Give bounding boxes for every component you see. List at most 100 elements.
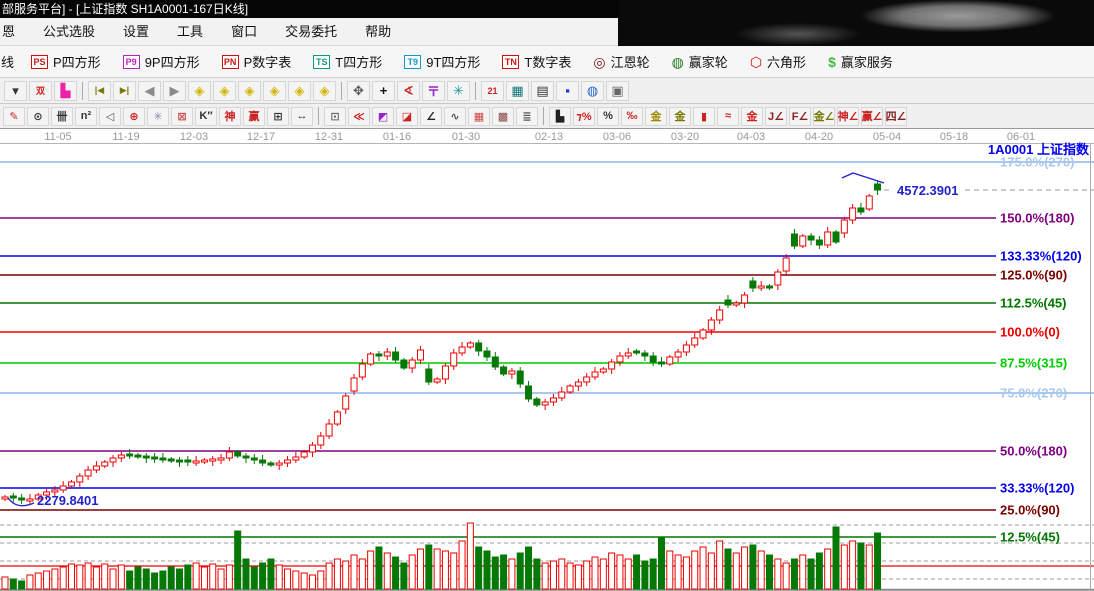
fan-purple-box-icon[interactable]: ◩ <box>372 107 394 126</box>
permille-icon[interactable]: ‰ <box>621 107 643 126</box>
n-squared-icon[interactable]: n² <box>75 107 97 126</box>
dropdown-caret-icon[interactable]: ▾ <box>4 81 27 101</box>
pattern-tool-icon[interactable]: 双 <box>29 81 52 101</box>
save-icon[interactable]: ▪ <box>556 81 579 101</box>
winner-wheel-button[interactable]: ◍赢家轮 <box>661 46 739 77</box>
zoom-x-diamond-icon[interactable]: ◈ <box>263 81 286 101</box>
date-tick-label: 11-05 <box>44 131 71 143</box>
ninep-square-button[interactable]: P99P四方形 <box>112 46 211 77</box>
volume-profile-icon[interactable]: ▙ <box>549 107 571 126</box>
toolbar-separator <box>543 107 544 125</box>
menu-item-3[interactable]: 工具 <box>163 18 217 45</box>
spiderweb-box-icon[interactable]: ⊠ <box>171 107 193 126</box>
candle <box>418 350 424 360</box>
crosshair-tool-icon[interactable]: + <box>372 81 395 101</box>
angle-measure-icon[interactable]: ∢ <box>397 81 420 101</box>
si-angle-icon[interactable]: 四∠ <box>885 107 907 126</box>
candle <box>800 236 806 246</box>
pencil-tool-icon[interactable]: ✎ <box>3 107 25 126</box>
gann-box-icon[interactable]: ⊡ <box>324 107 346 126</box>
ying-angle-icon[interactable]: 赢∠ <box>861 107 883 126</box>
notes-icon[interactable]: ▤ <box>531 81 554 101</box>
comb-lines-icon[interactable]: 卌 <box>51 107 73 126</box>
menu-item-5[interactable]: 交易委托 <box>271 18 351 45</box>
volume-bar <box>226 565 232 589</box>
winner-service-button[interactable]: $赢家服务 <box>817 46 904 77</box>
candle <box>285 460 291 463</box>
menu-item-4[interactable]: 窗口 <box>217 18 271 45</box>
volume-bar <box>285 569 291 589</box>
web-icon[interactable]: ◍ <box>581 81 604 101</box>
next-bar-icon[interactable]: ▶ <box>163 81 186 101</box>
target-cross-icon[interactable]: ⊕ <box>123 107 145 126</box>
grid-red-icon[interactable]: ▦ <box>468 107 490 126</box>
kline-chart[interactable]: 11-0511-1912-0312-1712-3101-1601-3002-13… <box>0 129 1094 591</box>
volume-bar <box>492 557 498 589</box>
candle <box>492 357 498 367</box>
percent-line-icon[interactable]: ⁊% <box>573 107 595 126</box>
calendar-icon[interactable]: 21 <box>481 81 504 101</box>
zoom-right-diamond-icon[interactable]: ◈ <box>213 81 236 101</box>
gold-lines-icon[interactable]: 金 <box>669 107 691 126</box>
histogram-tool-icon[interactable]: ▙ <box>54 81 77 101</box>
candle <box>442 366 448 379</box>
parallel-lines-icon[interactable]: ≣ <box>516 107 538 126</box>
candle <box>808 236 814 240</box>
last-bar-icon[interactable]: ▶| <box>113 81 136 101</box>
volume-bar <box>152 573 158 589</box>
candle <box>193 461 199 463</box>
shen-grid-icon[interactable]: 神 <box>219 107 241 126</box>
menu-item-1[interactable]: 公式选股 <box>29 18 109 45</box>
zoom-h-diamond-icon[interactable]: ◈ <box>238 81 261 101</box>
hand-tool-icon[interactable]: ✥ <box>347 81 370 101</box>
gold-circle-icon[interactable]: 金 <box>645 107 667 126</box>
hexagon-button[interactable]: ⬡六角形 <box>739 46 817 77</box>
angle-flag-icon[interactable]: ◁ <box>99 107 121 126</box>
t-number-table-button[interactable]: TNT数字表 <box>491 46 582 77</box>
p-number-table-button[interactable]: PNP数字表 <box>211 46 303 77</box>
fan-black-icon[interactable]: ∠ <box>420 107 442 126</box>
brain-tool-icon[interactable]: ✳ <box>447 81 470 101</box>
zigzag-icon[interactable]: ∿ <box>444 107 466 126</box>
grid-123-icon[interactable]: ⊞ <box>267 107 289 126</box>
first-bar-icon[interactable]: |◀ <box>88 81 111 101</box>
gann-t-tool-icon[interactable]: 〒 <box>422 81 445 101</box>
width-measure-icon[interactable]: ↔ <box>291 107 313 126</box>
print-icon[interactable]: ▣ <box>606 81 629 101</box>
clock-circle-icon[interactable]: ⊙ <box>27 107 49 126</box>
candle <box>226 452 232 458</box>
p-square-button[interactable]: PSP四方形 <box>20 46 112 77</box>
candle <box>210 459 216 461</box>
ying-grid-icon[interactable]: 赢 <box>243 107 265 126</box>
candle <box>833 232 839 242</box>
t-square-button[interactable]: TST四方形 <box>302 46 393 77</box>
wave-red-icon[interactable]: ≈ <box>717 107 739 126</box>
gold-angle-icon[interactable]: 金∠ <box>813 107 835 126</box>
candle <box>218 458 224 460</box>
f-angle-icon[interactable]: F∠ <box>789 107 811 126</box>
volume-bar <box>268 559 274 589</box>
grid-arrow-icon[interactable]: ▩ <box>492 107 514 126</box>
ninet-square-button[interactable]: T99T四方形 <box>393 46 491 77</box>
kline-marks-icon[interactable]: K″ <box>195 107 217 126</box>
shen-angle-icon[interactable]: 神∠ <box>837 107 859 126</box>
zoom-all-diamond-icon[interactable]: ◈ <box>313 81 336 101</box>
volume-bar <box>143 569 149 589</box>
j-angle-icon[interactable]: J∠ <box>765 107 787 126</box>
fan-red-icon[interactable]: ≪ <box>348 107 370 126</box>
zoom-left-diamond-icon[interactable]: ◈ <box>188 81 211 101</box>
prev-bar-icon[interactable]: ◀ <box>138 81 161 101</box>
gann-wheel-button[interactable]: ◎江恩轮 <box>582 46 660 77</box>
fan-red-box-icon[interactable]: ◪ <box>396 107 418 126</box>
menu-item-2[interactable]: 设置 <box>109 18 163 45</box>
zoom-plus-diamond-icon[interactable]: ◈ <box>288 81 311 101</box>
calculator-icon[interactable]: ▦ <box>506 81 529 101</box>
menu-item-0[interactable]: 恩 <box>0 18 29 45</box>
spiderweb-icon[interactable]: ✳ <box>147 107 169 126</box>
menu-item-6[interactable]: 帮助 <box>351 18 405 45</box>
gann-level-label: 125.0%(90) <box>1000 268 1067 283</box>
candle-flame-icon[interactable]: ▮ <box>693 107 715 126</box>
date-tick-label: 03-06 <box>603 131 631 143</box>
percent-icon[interactable]: % <box>597 107 619 126</box>
gold-box-icon[interactable]: 金 <box>741 107 763 126</box>
